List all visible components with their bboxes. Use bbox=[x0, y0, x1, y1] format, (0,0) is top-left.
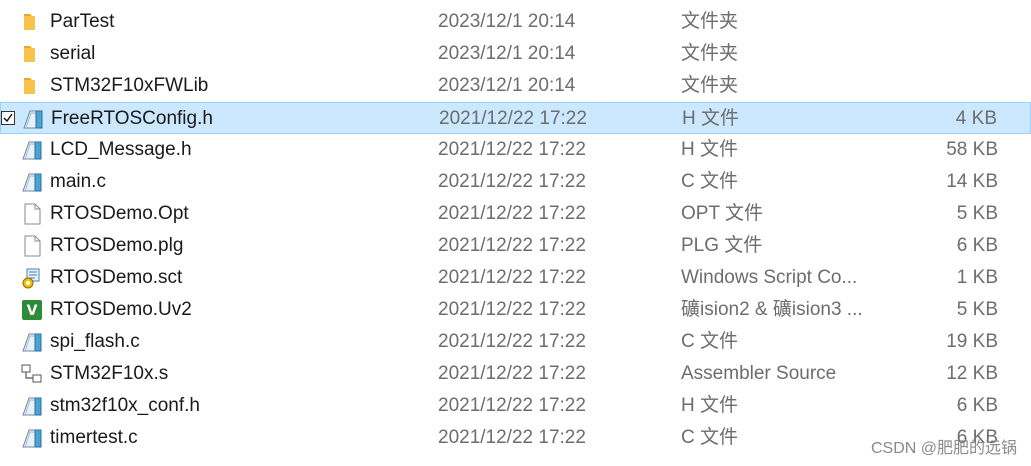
source-file-icon bbox=[21, 171, 43, 193]
file-size: 1 KB bbox=[956, 267, 998, 288]
script-file-icon bbox=[21, 267, 43, 289]
file-name[interactable]: LCD_Message.h bbox=[50, 134, 192, 166]
file-type: C 文件 bbox=[681, 427, 739, 448]
source-file-icon bbox=[21, 395, 43, 417]
file-date-modified: 2021/12/22 17:22 bbox=[438, 299, 586, 320]
file-row[interactable]: STM32F10x.s 2021/12/22 17:22 Assembler Sou… bbox=[0, 358, 1031, 390]
file-size: 12 KB bbox=[946, 363, 998, 384]
file-date-modified: 2021/12/22 17:22 bbox=[438, 331, 586, 352]
file-row[interactable]: stm32f10x_conf.h 2021/12/22 17:22 H 文件 6 KB bbox=[0, 390, 1031, 422]
file-name[interactable]: ParTest bbox=[50, 6, 114, 38]
file-size: 4 KB bbox=[955, 108, 997, 129]
file-date-modified: 2023/12/1 20:14 bbox=[438, 43, 576, 64]
file-name[interactable]: RTOSDemo.sct bbox=[50, 262, 182, 294]
folder-icon bbox=[21, 43, 43, 65]
file-row[interactable]: RTOSDemo.sct 2021/12/22 17:22 Windows Scri… bbox=[0, 262, 1031, 294]
file-row[interactable]: V RTOSDemo.Uv2 2021/12/22 17:22 礦ision2 & 礦… bbox=[0, 294, 1031, 326]
file-name[interactable]: RTOSDemo.Opt bbox=[50, 198, 189, 230]
file-row[interactable]: RTOSDemo.plg 2021/12/22 17:22 PLG 文件 6 KB bbox=[0, 230, 1031, 262]
file-date-modified: 2021/12/22 17:22 bbox=[438, 363, 586, 384]
file-type: H 文件 bbox=[681, 139, 739, 160]
file-list: ParTest 2023/12/1 20:14 文件夹 serial 2023/12/1… bbox=[0, 6, 1031, 454]
source-file-icon bbox=[21, 427, 43, 449]
file-size: 58 KB bbox=[946, 139, 998, 160]
file-name[interactable]: timertest.c bbox=[50, 422, 138, 454]
file-type: 文件夹 bbox=[681, 11, 739, 32]
file-name[interactable]: FreeRTOSConfig.h bbox=[51, 103, 213, 135]
file-type: Assembler Source bbox=[681, 363, 837, 384]
file-date-modified: 2021/12/22 17:22 bbox=[438, 395, 586, 416]
file-date-modified: 2021/12/22 17:22 bbox=[438, 171, 586, 192]
file-size: 14 KB bbox=[946, 171, 998, 192]
file-type: Windows Script Co... bbox=[681, 267, 858, 288]
blank-file-icon bbox=[21, 203, 43, 225]
file-type: 文件夹 bbox=[681, 43, 739, 64]
file-type: C 文件 bbox=[681, 171, 739, 192]
assembler-file-icon bbox=[21, 363, 43, 385]
file-type: 礦ision2 & 礦ision3 ... bbox=[681, 299, 863, 320]
file-name[interactable]: spi_flash.c bbox=[50, 326, 140, 358]
file-row[interactable]: LCD_Message.h 2021/12/22 17:22 H 文件 58 KB bbox=[0, 134, 1031, 166]
file-type: OPT 文件 bbox=[681, 203, 763, 224]
file-row[interactable]: ParTest 2023/12/1 20:14 文件夹 bbox=[0, 6, 1031, 38]
file-date-modified: 2023/12/1 20:14 bbox=[438, 11, 576, 32]
source-file-icon bbox=[21, 139, 43, 161]
file-type: H 文件 bbox=[681, 395, 739, 416]
file-size: 5 KB bbox=[956, 299, 998, 320]
file-size: 5 KB bbox=[956, 203, 998, 224]
file-name[interactable]: STM32F10x.s bbox=[50, 358, 168, 390]
svg-text:V: V bbox=[27, 303, 38, 319]
select-checkbox[interactable] bbox=[1, 111, 15, 125]
folder-icon bbox=[21, 11, 43, 33]
source-file-icon bbox=[21, 331, 43, 353]
watermark: CSDN @肥肥的远锅 bbox=[870, 440, 1017, 457]
file-name[interactable]: main.c bbox=[50, 166, 106, 198]
file-row[interactable]: RTOSDemo.Opt 2021/12/22 17:22 OPT 文件 5 KB bbox=[0, 198, 1031, 230]
file-name[interactable]: RTOSDemo.plg bbox=[50, 230, 183, 262]
file-row[interactable]: STM32F10xFWLib 2023/12/1 20:14 文件夹 bbox=[0, 70, 1031, 102]
file-size: 6 KB bbox=[956, 235, 998, 256]
file-date-modified: 2021/12/22 17:22 bbox=[439, 108, 587, 129]
file-size: 6 KB bbox=[956, 395, 998, 416]
file-type: 文件夹 bbox=[681, 75, 739, 96]
file-row-selected[interactable]: FreeRTOSConfig.h 2021/12/22 17:22 H 文件 4 KB bbox=[0, 102, 1031, 134]
file-type: H 文件 bbox=[682, 108, 740, 129]
file-date-modified: 2021/12/22 17:22 bbox=[438, 267, 586, 288]
blank-file-icon bbox=[21, 235, 43, 257]
source-file-icon bbox=[22, 108, 44, 130]
file-date-modified: 2021/12/22 17:22 bbox=[438, 203, 586, 224]
file-name[interactable]: STM32F10xFWLib bbox=[50, 70, 208, 102]
file-row[interactable]: spi_flash.c 2021/12/22 17:22 C 文件 19 KB bbox=[0, 326, 1031, 358]
file-row[interactable]: main.c 2021/12/22 17:22 C 文件 14 KB bbox=[0, 166, 1031, 198]
file-type: C 文件 bbox=[681, 331, 739, 352]
file-date-modified: 2021/12/22 17:22 bbox=[438, 235, 586, 256]
file-date-modified: 2021/12/22 17:22 bbox=[438, 427, 586, 448]
file-date-modified: 2023/12/1 20:14 bbox=[438, 75, 576, 96]
file-name[interactable]: RTOSDemo.Uv2 bbox=[50, 294, 192, 326]
file-name[interactable]: stm32f10x_conf.h bbox=[50, 390, 200, 422]
file-name[interactable]: serial bbox=[50, 38, 95, 70]
file-size: 19 KB bbox=[946, 331, 998, 352]
file-date-modified: 2021/12/22 17:22 bbox=[438, 139, 586, 160]
file-row[interactable]: serial 2023/12/1 20:14 文件夹 bbox=[0, 38, 1031, 70]
uvision-icon: V bbox=[21, 299, 43, 321]
folder-icon bbox=[21, 75, 43, 97]
file-type: PLG 文件 bbox=[681, 235, 763, 256]
